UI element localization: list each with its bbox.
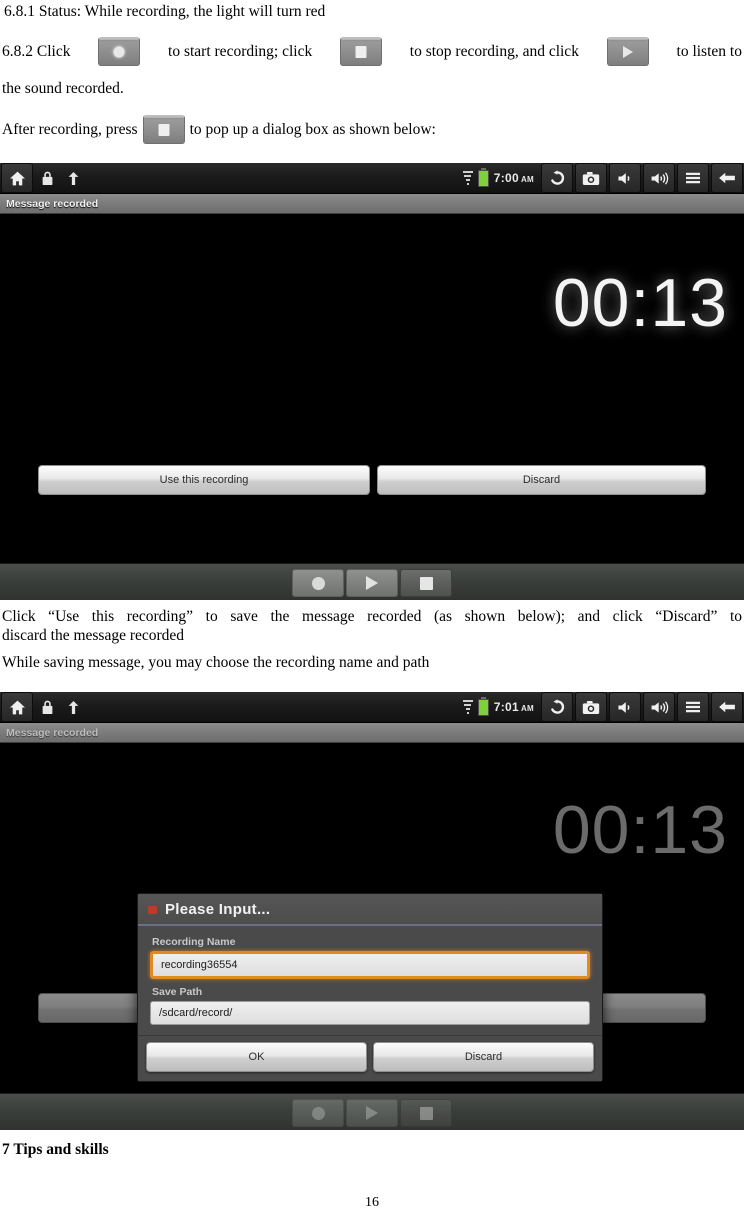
save-recording-dialog: Please Input... Recording Name recording… [137, 893, 603, 1082]
status-bar-right: 7:00 AM [462, 163, 744, 193]
text-682-after-record: to start recording; click [168, 43, 313, 60]
menu-icon[interactable] [677, 163, 709, 193]
paragraph-682: 6.8.2 Click to start recording; click to… [2, 37, 742, 98]
status-clock-time: 7:01 [493, 700, 519, 714]
notification-text: Message recorded [6, 197, 99, 210]
status-bar-left [0, 163, 86, 193]
recorder-control-bar [0, 563, 744, 600]
text-682-after-play: to listen to [676, 43, 742, 60]
home-icon[interactable] [1, 692, 33, 722]
use-this-recording-button[interactable]: Use this recording [38, 465, 370, 495]
screenshot-recorder-confirm: 7:00 AM Message recorded 00:13 Use this … [0, 163, 744, 600]
confirm-button-row: Use this recording Discard [0, 465, 744, 495]
status-bar-left [0, 692, 86, 722]
eject-icon[interactable] [60, 164, 86, 192]
home-icon[interactable] [1, 163, 33, 193]
dialog-body: Recording Name recording36554 Save Path … [138, 926, 602, 1035]
play-triangle-icon [606, 37, 649, 66]
discard-button[interactable]: Discard [377, 465, 706, 495]
stop-button[interactable] [400, 1099, 452, 1127]
stop-square-icon [142, 115, 185, 144]
recorder-screen-body: 00:13 Please Input... Recording Name rec… [0, 743, 744, 1130]
text-while-saving: While saving message, you may choose the… [2, 654, 430, 671]
volume-down-icon[interactable] [609, 692, 641, 722]
play-button[interactable] [346, 569, 398, 597]
status-clock-time: 7:00 [493, 171, 519, 185]
status-clock-ampm: AM [520, 704, 534, 713]
signal-icon [462, 171, 474, 185]
battery-icon [477, 167, 489, 187]
volume-up-icon[interactable] [643, 163, 675, 193]
lock-icon[interactable] [34, 164, 60, 192]
rotate-icon[interactable] [541, 692, 573, 722]
volume-up-icon[interactable] [643, 692, 675, 722]
lock-icon[interactable] [34, 693, 60, 721]
status-clock: 7:00 AM [492, 171, 540, 185]
text-after-recording-before: After recording, press [2, 121, 138, 138]
record-circle-icon [98, 37, 141, 66]
screenshot-save-dialog: 7:01 AM Message recorded 00:13 Please In… [0, 692, 744, 1130]
battery-icon [477, 696, 489, 716]
status-bar: 7:01 AM [0, 692, 744, 723]
dialog-title-bar: Please Input... [138, 894, 602, 926]
section-heading-681: 6.8.1 Status: While recording, the light… [4, 3, 326, 20]
dialog-ok-button[interactable]: OK [146, 1042, 367, 1072]
manual-page: 6.8.1 Status: While recording, the light… [0, 0, 744, 1221]
recording-name-label: Recording Name [152, 936, 236, 948]
notification-text: Message recorded [6, 726, 99, 739]
recorder-control-bar [0, 1093, 744, 1130]
save-path-label: Save Path [152, 986, 203, 998]
signal-icon [462, 700, 474, 714]
camera-icon[interactable] [575, 692, 607, 722]
dialog-marker-icon [148, 905, 157, 914]
paragraph-click-use: Click “Use this recording” to save the m… [2, 607, 742, 672]
dialog-title: Please Input... [165, 901, 271, 918]
text-682-after-stop: to stop recording, and click [409, 43, 579, 60]
recording-timer: 00:13 [552, 792, 728, 868]
paragraph-after-recording: After recording, press to pop up a dialo… [2, 115, 742, 144]
record-button[interactable] [292, 1099, 344, 1127]
dialog-action-row: OK Discard [138, 1035, 602, 1081]
recording-name-input[interactable]: recording36554 [150, 951, 590, 979]
recorder-screen-body: 00:13 Use this recording Discard [0, 214, 744, 600]
stop-button[interactable] [400, 569, 452, 597]
back-arrow-icon[interactable] [711, 163, 743, 193]
status-clock-ampm: AM [520, 175, 534, 184]
camera-icon[interactable] [575, 163, 607, 193]
back-arrow-icon[interactable] [711, 692, 743, 722]
text-682-before-record: 6.8.2 Click [2, 43, 71, 60]
text-after-recording-after: to pop up a dialog box as shown below: [189, 121, 436, 138]
volume-down-icon[interactable] [609, 163, 641, 193]
stop-square-icon [340, 37, 382, 66]
notification-bar: Message recorded [0, 723, 744, 743]
record-button[interactable] [292, 569, 344, 597]
text-682-line2: the sound recorded. [2, 80, 124, 97]
eject-icon[interactable] [60, 693, 86, 721]
status-bar-right: 7:01 AM [462, 692, 744, 722]
play-button[interactable] [346, 1099, 398, 1127]
save-path-input[interactable]: /sdcard/record/ [150, 1001, 590, 1025]
page-number: 16 [365, 1195, 379, 1210]
notification-bar: Message recorded [0, 194, 744, 214]
menu-icon[interactable] [677, 692, 709, 722]
footer-section-heading: 7 Tips and skills [2, 1141, 109, 1158]
rotate-icon[interactable] [541, 163, 573, 193]
text-click-use-line2: discard the message recorded [2, 627, 185, 644]
text-click-use-line1: Click “Use this recording” to save the m… [2, 608, 742, 625]
dialog-discard-button[interactable]: Discard [373, 1042, 594, 1072]
status-clock: 7:01 AM [492, 700, 540, 714]
status-bar: 7:00 AM [0, 163, 744, 194]
recording-timer: 00:13 [552, 265, 728, 341]
